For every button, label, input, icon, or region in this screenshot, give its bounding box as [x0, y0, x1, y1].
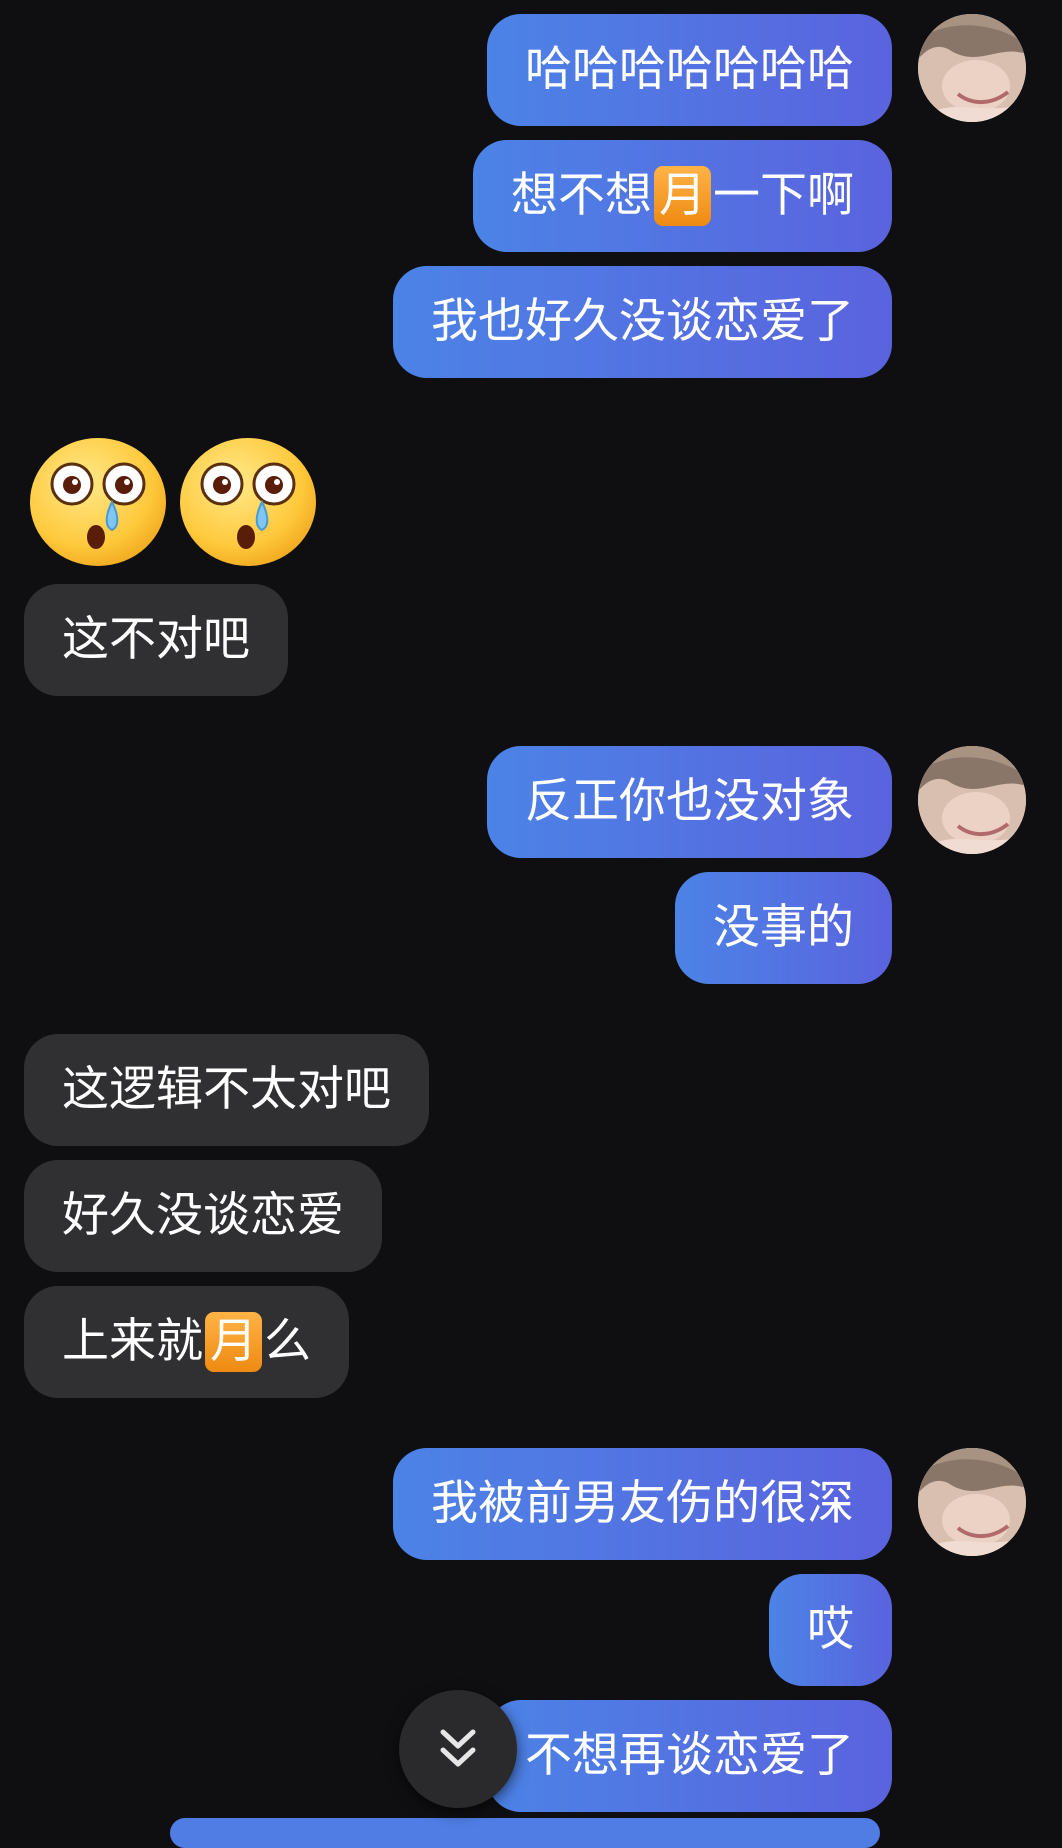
message-text: 哈哈哈哈哈哈哈 [525, 42, 854, 97]
avatar-portrait-icon [918, 746, 1026, 854]
message-text: 想不想 [511, 168, 652, 223]
crying-surprised-face-emoji [30, 438, 166, 566]
outgoing-message-bubble-partial[interactable] [170, 1818, 880, 1848]
outgoing-message-bubble[interactable]: 没事的 [675, 872, 892, 984]
outgoing-message-bubble[interactable]: 我也好久没谈恋爱了 [393, 266, 892, 378]
incoming-message-bubble[interactable]: 好久没谈恋爱 [24, 1160, 382, 1272]
outgoing-message-bubble[interactable]: 哈哈哈哈哈哈哈 [487, 14, 892, 126]
incoming-message-bubble[interactable]: 这逻辑不太对吧 [24, 1034, 429, 1146]
user-avatar[interactable] [918, 1448, 1026, 1556]
incoming-message-bubble[interactable]: 这不对吧 [24, 584, 288, 696]
user-avatar[interactable] [918, 746, 1026, 854]
message-text: 没事的 [713, 900, 854, 955]
outgoing-message-bubble[interactable]: 不想再谈恋爱了 [487, 1700, 892, 1812]
highlighted-keyword: 月 [654, 165, 711, 226]
message-text: 一下啊 [713, 168, 854, 223]
incoming-message-bubble[interactable]: 上来就月么 [24, 1286, 349, 1398]
avatar-portrait-icon [918, 14, 1026, 122]
message-text: 哎 [807, 1602, 854, 1657]
user-avatar[interactable] [918, 14, 1026, 122]
message-text: 我也好久没谈恋爱了 [431, 294, 854, 349]
message-text: 这不对吧 [62, 612, 250, 667]
scroll-to-bottom-button[interactable] [399, 1690, 517, 1808]
message-text: 上来就 [62, 1314, 203, 1369]
double-chevron-down-icon [440, 1729, 476, 1767]
message-text: 不想再谈恋爱了 [525, 1728, 854, 1783]
outgoing-message-bubble[interactable]: 想不想月一下啊 [473, 140, 892, 252]
message-text: 么 [264, 1314, 311, 1369]
outgoing-message-bubble[interactable]: 哎 [769, 1574, 892, 1686]
message-text: 我被前男友伤的很深 [431, 1476, 854, 1531]
message-text: 反正你也没对象 [525, 774, 854, 829]
message-text: 这逻辑不太对吧 [62, 1062, 391, 1117]
message-text: 好久没谈恋爱 [62, 1188, 344, 1243]
chat-thread: 哈哈哈哈哈哈哈 想不想月一下啊 我也好久没谈恋爱了 这不对吧 反正你也没对象 没… [0, 0, 1062, 1848]
outgoing-message-bubble[interactable]: 我被前男友伤的很深 [393, 1448, 892, 1560]
avatar-portrait-icon [918, 1448, 1026, 1556]
highlighted-keyword: 月 [205, 1311, 262, 1372]
outgoing-message-bubble[interactable]: 反正你也没对象 [487, 746, 892, 858]
crying-surprised-face-emoji [180, 438, 316, 566]
